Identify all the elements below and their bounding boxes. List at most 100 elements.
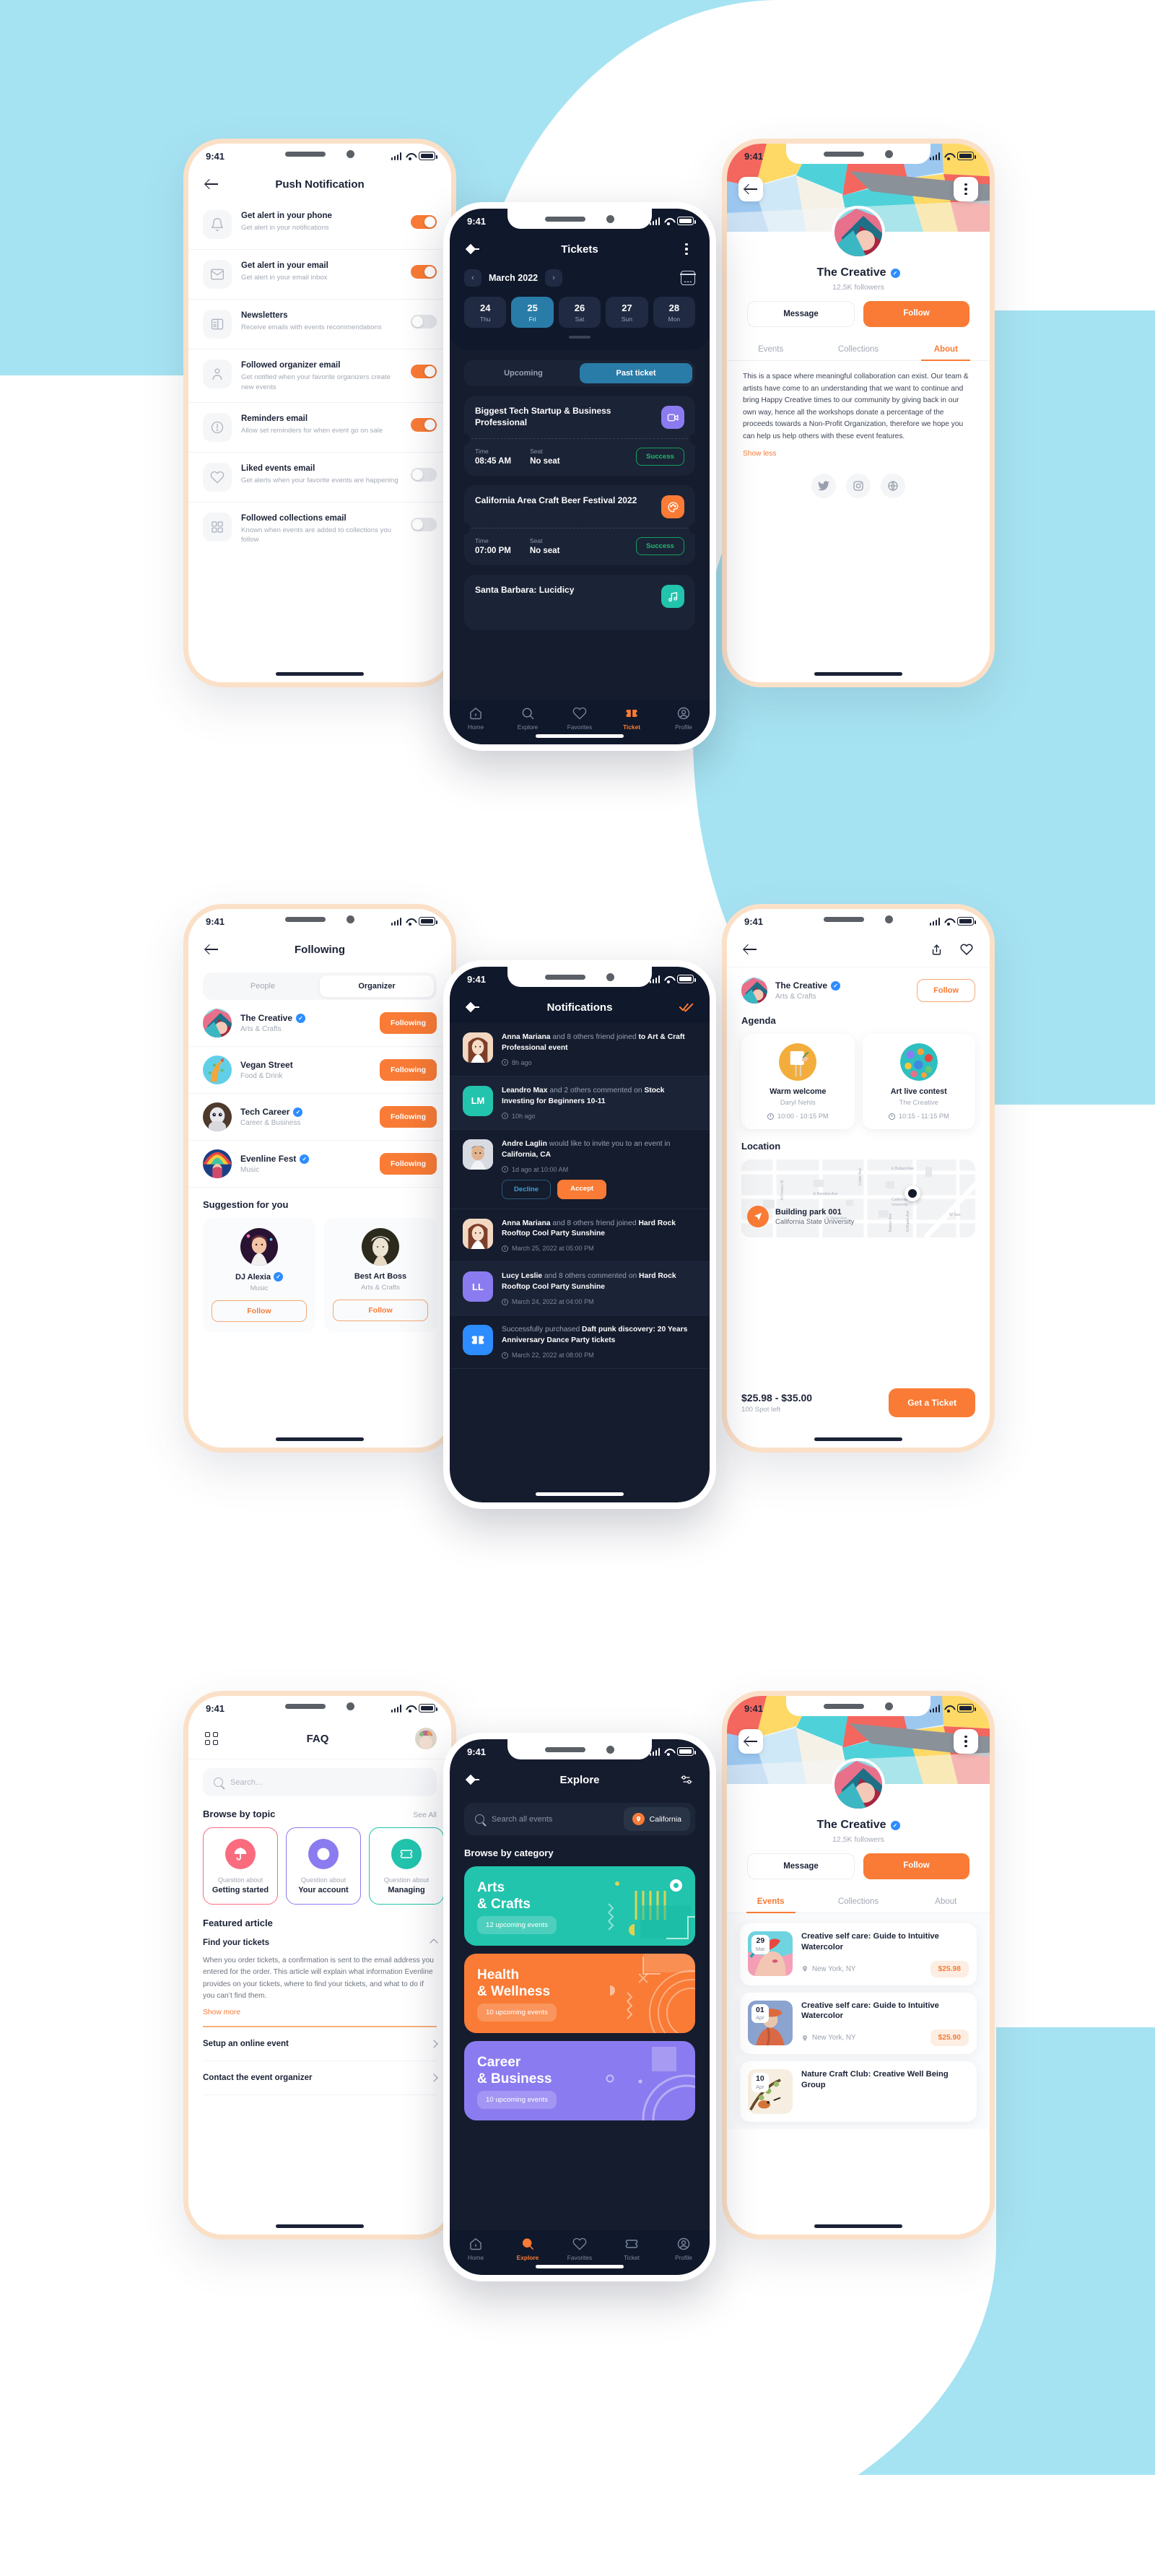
- more-options-button[interactable]: [954, 1729, 978, 1754]
- see-all-link[interactable]: See All: [413, 1811, 437, 1819]
- back-button[interactable]: [741, 941, 759, 958]
- follow-button[interactable]: Follow: [863, 1853, 969, 1879]
- notification-setting-row[interactable]: Liked events email Get alerts when your …: [188, 453, 451, 502]
- tab-ticket[interactable]: Ticket: [606, 2237, 658, 2261]
- notification-item[interactable]: Anna Mariana and 8 others friend joined …: [450, 1209, 710, 1263]
- setting-toggle[interactable]: [411, 467, 437, 482]
- notification-setting-row[interactable]: Followed collections email Known when ev…: [188, 502, 451, 555]
- faq-topic-card[interactable]: Question about Getting started: [203, 1827, 278, 1905]
- agenda-card[interactable]: Art live contest The Creative 10:15 - 11…: [862, 1034, 975, 1129]
- setting-toggle[interactable]: [411, 417, 437, 432]
- faq-list-item[interactable]: Contact the event organizer: [203, 2061, 438, 2095]
- segment-option[interactable]: Past ticket: [580, 363, 692, 383]
- decline-button[interactable]: Decline: [502, 1179, 552, 1199]
- category-card[interactable]: Health & Wellness 10 upcoming events: [464, 1954, 695, 2033]
- follow-button[interactable]: Follow: [917, 979, 975, 1002]
- tab-explore[interactable]: Explore: [502, 2237, 554, 2261]
- category-card[interactable]: Arts & Crafts 12 upcoming events: [464, 1866, 695, 1946]
- setting-toggle[interactable]: [411, 215, 437, 229]
- twitter-icon[interactable]: [811, 474, 836, 499]
- notification-setting-row[interactable]: Followed organizer email Get notified wh…: [188, 349, 451, 403]
- tab-ticket[interactable]: Ticket: [606, 706, 658, 731]
- location-map[interactable]: E Bullard Ave Cedar Ave N Fresno St E Ba…: [741, 1159, 975, 1237]
- day-chip[interactable]: 28 Mon: [653, 297, 696, 328]
- instagram-icon[interactable]: [846, 474, 871, 499]
- event-row[interactable]: 10 Apr Nature Craft Club: Creative Well …: [740, 2061, 977, 2123]
- tab-home[interactable]: Home: [450, 2237, 502, 2261]
- day-chip[interactable]: 27 Sun: [606, 297, 648, 328]
- notification-item[interactable]: Andre Laglin would like to invite you to…: [450, 1130, 710, 1209]
- tab-profile[interactable]: Profile: [658, 2237, 710, 2261]
- profile-tab-about[interactable]: About: [902, 339, 990, 361]
- notification-setting-row[interactable]: Get alert in your email Get alert in you…: [188, 250, 451, 300]
- apps-grid-button[interactable]: [203, 1730, 220, 1747]
- ticket-card[interactable]: Santa Barbara: Lucidicy: [464, 575, 695, 630]
- event-row[interactable]: 01 Apr Creative self care: Guide to Intu…: [740, 1992, 977, 2055]
- favorite-button[interactable]: [958, 941, 975, 958]
- more-options-button[interactable]: [678, 240, 695, 258]
- avatar[interactable]: [415, 1728, 437, 1749]
- profile-tab-events[interactable]: Events: [727, 1891, 814, 1913]
- faq-topic-card[interactable]: Question about Your account: [286, 1827, 361, 1905]
- following-button[interactable]: Following: [380, 1153, 437, 1175]
- notification-item[interactable]: LM Leandro Max and 2 others commented on…: [450, 1076, 710, 1130]
- following-row[interactable]: Evenline Fest ✓ Music Following: [188, 1141, 451, 1188]
- tab-favorites[interactable]: Favorites: [554, 2237, 606, 2261]
- get-ticket-button[interactable]: Get a Ticket: [889, 1388, 975, 1417]
- back-button[interactable]: [464, 240, 481, 258]
- more-options-button[interactable]: [954, 177, 978, 201]
- faq-list-item[interactable]: Setup an online event: [203, 2027, 438, 2061]
- segment-option[interactable]: People: [206, 975, 320, 997]
- globe-icon[interactable]: [881, 474, 905, 499]
- drag-handle[interactable]: [569, 336, 590, 339]
- notification-item[interactable]: LL Lucy Leslie and 8 others commented on…: [450, 1262, 710, 1316]
- segment-option[interactable]: Organizer: [320, 975, 434, 997]
- following-row[interactable]: Vegan Street Food & Drink Following: [188, 1047, 451, 1094]
- prev-month-button[interactable]: ‹: [464, 269, 481, 287]
- search-bar[interactable]: Search all events California: [464, 1803, 695, 1835]
- day-chip[interactable]: 26 Sat: [558, 297, 601, 328]
- back-button[interactable]: [203, 175, 220, 193]
- back-button[interactable]: [203, 941, 220, 958]
- agenda-card[interactable]: Warm welcome Daryl Nehls 10:00 - 10:15 P…: [741, 1034, 855, 1129]
- event-row[interactable]: 29 Mar Creative self care: Guide to Intu…: [740, 1923, 977, 1985]
- faq-topic-card[interactable]: Question about Managing: [369, 1827, 444, 1905]
- location-chip[interactable]: California: [623, 1807, 690, 1831]
- tab-favorites[interactable]: Favorites: [554, 706, 606, 731]
- profile-tab-collections[interactable]: Collections: [814, 339, 902, 360]
- day-chip[interactable]: 24 Thu: [464, 297, 507, 328]
- follow-button[interactable]: Follow: [863, 301, 969, 327]
- profile-tab-events[interactable]: Events: [727, 339, 814, 360]
- calendar-icon[interactable]: [680, 271, 696, 285]
- following-button[interactable]: Following: [380, 1059, 437, 1081]
- follow-button[interactable]: Follow: [212, 1300, 307, 1322]
- notification-setting-row[interactable]: Newsletters Receive emails with events r…: [188, 300, 451, 349]
- ticket-card[interactable]: Biggest Tech Startup & Business Professi…: [458, 396, 701, 476]
- back-button[interactable]: [464, 1771, 481, 1788]
- day-chip[interactable]: 25 Fri: [511, 297, 554, 328]
- search-input[interactable]: Search...: [203, 1768, 437, 1796]
- organizer-row[interactable]: The Creative ✓ Arts & Crafts Follow: [727, 967, 990, 1004]
- message-button[interactable]: Message: [747, 301, 855, 327]
- following-button[interactable]: Following: [380, 1012, 437, 1034]
- back-button[interactable]: [738, 1729, 763, 1754]
- back-button[interactable]: [738, 177, 763, 201]
- notification-setting-row[interactable]: Reminders email Allow set reminders for …: [188, 403, 451, 453]
- following-row[interactable]: Tech Career ✓ Career & Business Followin…: [188, 1094, 451, 1141]
- tab-home[interactable]: Home: [450, 706, 502, 731]
- tab-explore[interactable]: Explore: [502, 706, 554, 731]
- setting-toggle[interactable]: [411, 517, 437, 531]
- setting-toggle[interactable]: [411, 315, 437, 328]
- mark-all-read-button[interactable]: [678, 998, 695, 1016]
- following-button[interactable]: Following: [380, 1106, 437, 1128]
- suggestion-card[interactable]: Best Art Boss Arts & Crafts Follow: [324, 1218, 437, 1332]
- next-month-button[interactable]: ›: [545, 269, 563, 287]
- show-more-link[interactable]: Show more: [203, 2009, 437, 2016]
- setting-toggle[interactable]: [411, 365, 437, 378]
- profile-tab-about[interactable]: About: [902, 1891, 990, 1913]
- share-button[interactable]: [928, 941, 945, 958]
- back-button[interactable]: [464, 998, 481, 1016]
- accept-button[interactable]: Accept: [557, 1179, 607, 1199]
- filter-button[interactable]: [678, 1771, 695, 1788]
- following-row[interactable]: The Creative ✓ Arts & Crafts Following: [188, 1000, 451, 1047]
